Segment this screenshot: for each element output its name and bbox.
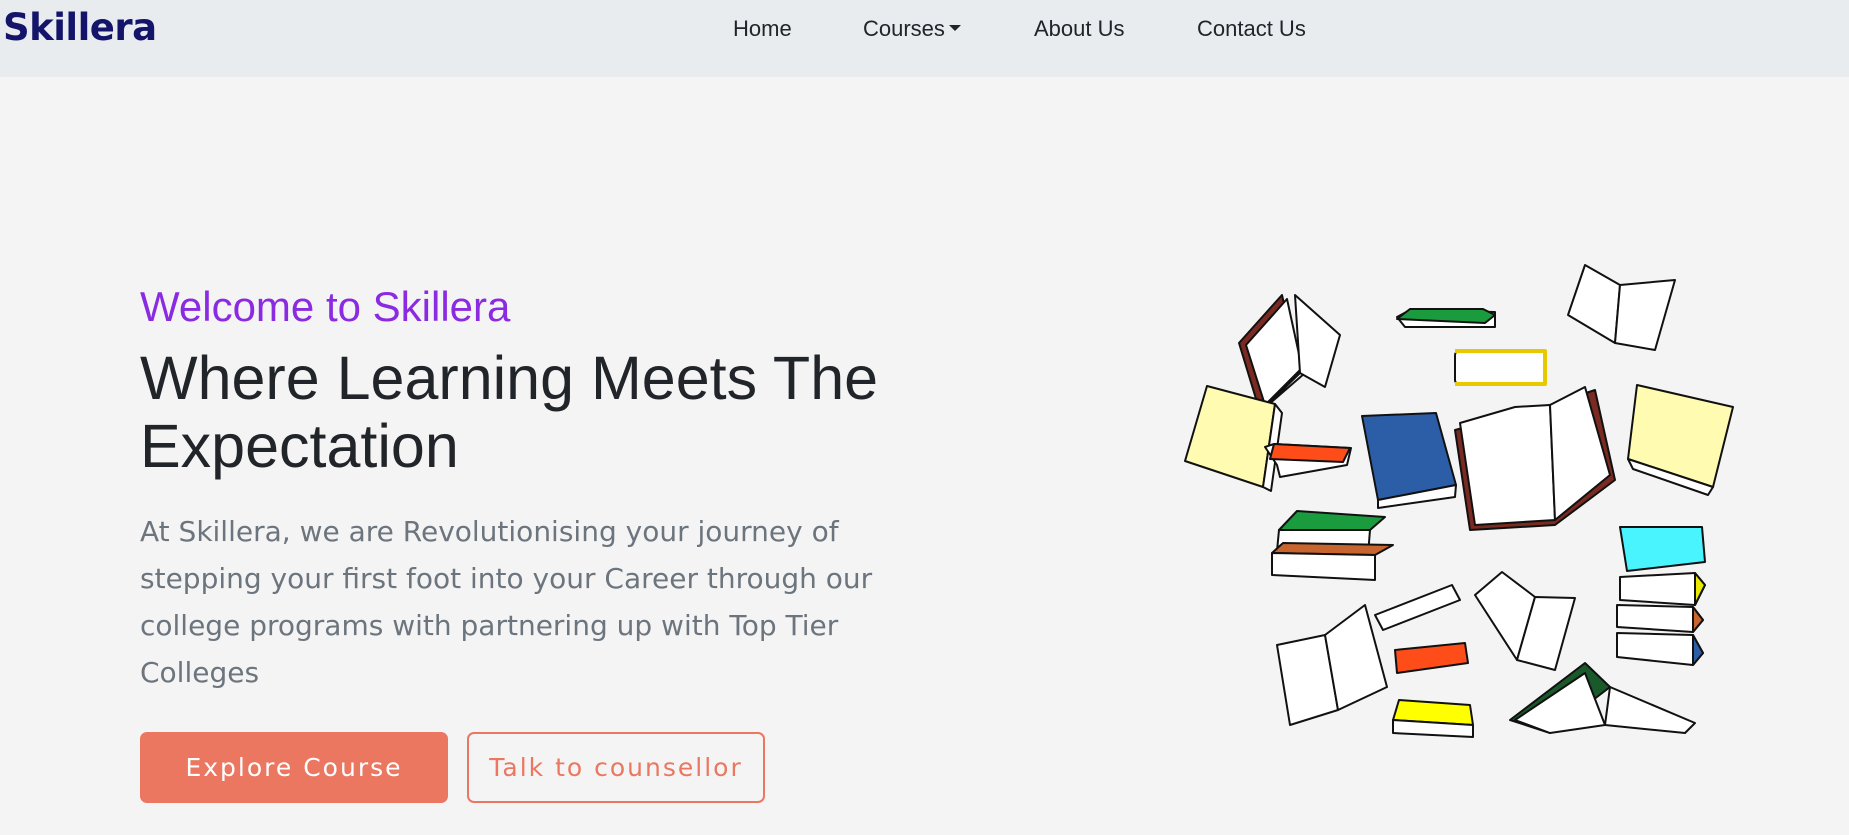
open-book-icon xyxy=(1276,604,1388,726)
hero-description: At Skillera, we are Revolutionising your… xyxy=(140,515,873,689)
nav-about[interactable]: About Us xyxy=(1034,16,1125,42)
talk-to-counsellor-button[interactable]: Talk to counsellor xyxy=(467,732,765,803)
brown-book-icon xyxy=(1374,584,1461,631)
stacked-books-icon xyxy=(1616,526,1706,666)
stacked-books-icon xyxy=(1271,510,1394,581)
open-book-icon xyxy=(1238,294,1341,413)
open-book-icon xyxy=(1474,571,1576,671)
red-book-icon xyxy=(1264,443,1352,478)
yellow-book-icon xyxy=(1454,350,1546,385)
navbar: Skillera Home Courses About Us Contact U… xyxy=(0,0,1849,77)
hero-headline-line-2: Expectation xyxy=(140,412,459,480)
hero-headline: Where Learning Meets The Expectation xyxy=(140,344,960,480)
open-book-icon xyxy=(1454,386,1616,531)
pale-yellow-book-icon xyxy=(1627,384,1734,496)
caret-down-icon xyxy=(948,25,961,32)
nav-courses-dropdown[interactable]: Courses xyxy=(863,16,961,42)
green-book-icon xyxy=(1396,308,1496,328)
hero-headline-line-1: Where Learning Meets The xyxy=(140,344,879,412)
yellow-book-icon xyxy=(1392,699,1474,738)
open-book-icon xyxy=(1509,662,1696,734)
nav-courses-label: Courses xyxy=(863,16,945,41)
explore-course-button[interactable]: Explore Course xyxy=(140,732,448,803)
nav-contact[interactable]: Contact Us xyxy=(1197,16,1306,42)
pale-yellow-book-icon xyxy=(1184,385,1283,492)
red-book-icon xyxy=(1394,642,1469,674)
blue-book-icon xyxy=(1361,412,1457,509)
welcome-heading: Welcome to Skillera xyxy=(140,283,511,330)
nav-home[interactable]: Home xyxy=(733,16,792,42)
brand-logo[interactable]: Skillera xyxy=(3,6,157,49)
open-book-icon xyxy=(1567,264,1676,351)
books-illustration xyxy=(1184,264,1734,738)
